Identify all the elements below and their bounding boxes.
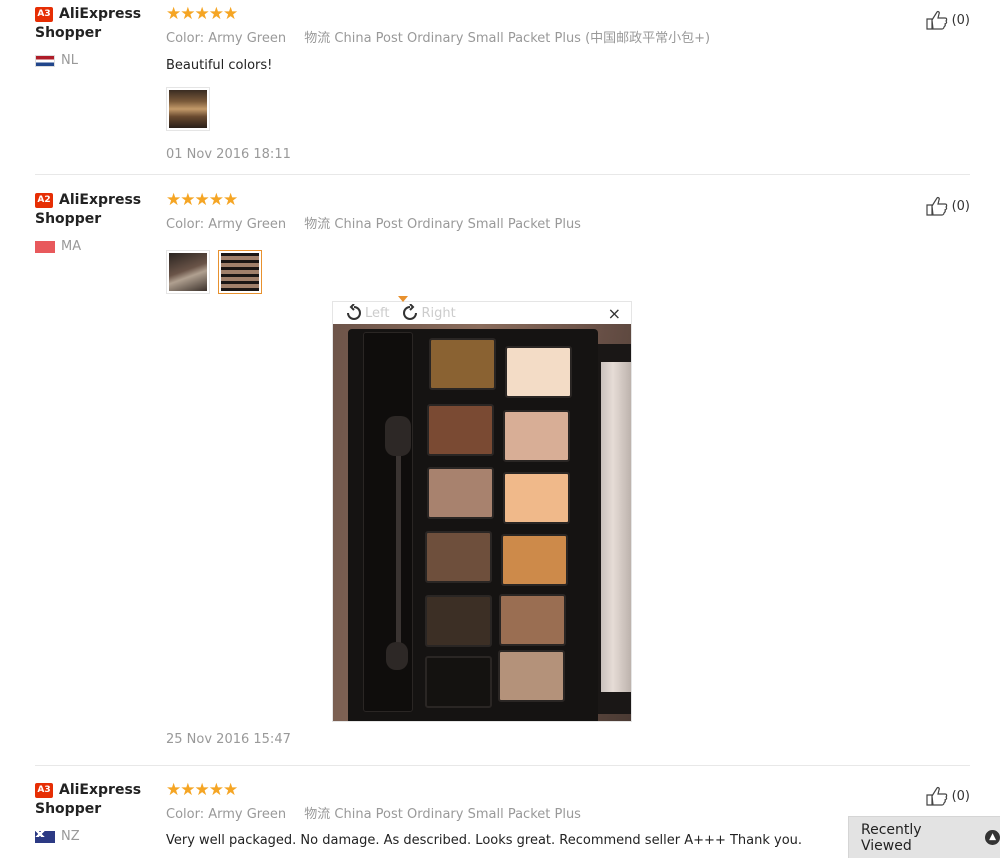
photo-mirror xyxy=(601,362,631,692)
rotate-right-button[interactable]: Right xyxy=(399,304,456,322)
palette-thumb-image xyxy=(169,90,207,128)
review-photo-thumb[interactable] xyxy=(166,250,210,294)
review-divider xyxy=(35,174,970,175)
eyeshadow-shade xyxy=(427,467,494,519)
review-photos xyxy=(166,250,866,294)
review-date: 01 Nov 2016 18:11 xyxy=(166,147,291,162)
reviewer-info: A3 AliExpress Shopper NL xyxy=(35,5,160,68)
review-item: A2 AliExpress Shopper MA ★★★★★ Color: Arm… xyxy=(0,191,1000,761)
eyeshadow-shade xyxy=(505,346,572,398)
star-rating: ★★★★★ xyxy=(166,4,238,24)
eyeshadow-shade xyxy=(503,472,570,524)
eyeshadow-shade xyxy=(425,595,492,647)
flag-nz-icon xyxy=(35,830,55,843)
review-content: ★★★★★ Color: Army Green 物流 China Post Or… xyxy=(166,781,866,850)
buyer-level-badge: A3 xyxy=(35,782,53,798)
review-photos xyxy=(166,87,866,131)
flag-ma-icon xyxy=(35,240,55,253)
thumbs-up-icon xyxy=(925,787,947,806)
eyeshadow-shade xyxy=(425,656,492,708)
rotate-left-button[interactable]: Left xyxy=(343,304,389,322)
helpful-button[interactable]: (0) xyxy=(925,786,970,806)
photo-applicator-tip xyxy=(385,416,411,456)
photo-viewer: Left Right × xyxy=(332,296,632,722)
helpful-button[interactable]: (0) xyxy=(925,10,970,30)
flag-nl-icon xyxy=(35,54,55,67)
recently-viewed-label: Recently Viewed xyxy=(861,821,922,854)
eyeshadow-shade xyxy=(429,338,496,390)
photo-applicator-tip xyxy=(386,642,408,670)
eyeshadow-shade xyxy=(427,404,494,456)
eyeshadow-shade xyxy=(503,410,570,462)
review-photo-thumb-selected[interactable] xyxy=(218,250,262,294)
reviewer-name: A3 AliExpress Shopper xyxy=(35,6,142,41)
buyer-level-badge: A2 xyxy=(35,192,53,208)
eyeshadow-shade xyxy=(498,650,565,702)
eyeshadow-shade xyxy=(425,531,492,583)
review-content: ★★★★★ Color: Army Green 物流 China Post Or… xyxy=(166,5,866,164)
review-meta: Color: Army Green 物流 China Post Ordinary… xyxy=(166,217,581,232)
review-date: 25 Nov 2016 15:47 xyxy=(166,732,291,747)
review-photo-thumb[interactable] xyxy=(166,87,210,131)
photo-applicator-stick xyxy=(396,424,401,644)
reviewer-name: A2 AliExpress Shopper xyxy=(35,192,142,227)
review-content: ★★★★★ Color: Army Green 物流 China Post Or… xyxy=(166,190,866,747)
buyer-level-badge: A3 xyxy=(35,6,53,22)
eyeshadow-shade xyxy=(501,534,568,586)
reviewer-country: MA xyxy=(35,239,160,254)
review-item: A3 AliExpress Shopper NL ★★★★★ Color: Arm… xyxy=(0,5,1000,175)
reviewer-country: NZ xyxy=(35,829,160,844)
palette-thumb-image xyxy=(221,253,259,291)
palette-thumb-image xyxy=(169,253,207,291)
viewer-toolbar: Left Right × xyxy=(333,302,631,324)
reviewer-info: A2 AliExpress Shopper MA xyxy=(35,191,160,254)
review-meta: Color: Army Green 物流 China Post Ordinary… xyxy=(166,31,711,46)
recently-viewed-button[interactable]: Recently Viewed ▲ xyxy=(848,816,1000,858)
chevron-up-icon: ▲ xyxy=(985,830,1000,845)
review-meta: Color: Army Green 物流 China Post Ordinary… xyxy=(166,807,581,822)
thumbs-up-icon xyxy=(925,197,947,216)
star-rating: ★★★★★ xyxy=(166,190,238,210)
reviewer-name: A3 AliExpress Shopper xyxy=(35,782,142,817)
rotate-right-icon xyxy=(403,304,418,320)
eyeshadow-shade xyxy=(499,594,566,646)
review-text: Very well packaged. No damage. As descri… xyxy=(166,833,803,848)
review-divider xyxy=(35,765,970,766)
reviewer-info: A3 AliExpress Shopper NZ xyxy=(35,781,160,844)
star-rating: ★★★★★ xyxy=(166,780,238,800)
palette-photo xyxy=(333,324,631,721)
reviewer-country: NL xyxy=(35,53,160,68)
close-icon[interactable]: × xyxy=(608,304,621,323)
review-text: Beautiful colors! xyxy=(166,58,273,73)
rotate-left-icon xyxy=(347,304,361,320)
helpful-button[interactable]: (0) xyxy=(925,196,970,216)
thumbs-up-icon xyxy=(925,11,947,30)
